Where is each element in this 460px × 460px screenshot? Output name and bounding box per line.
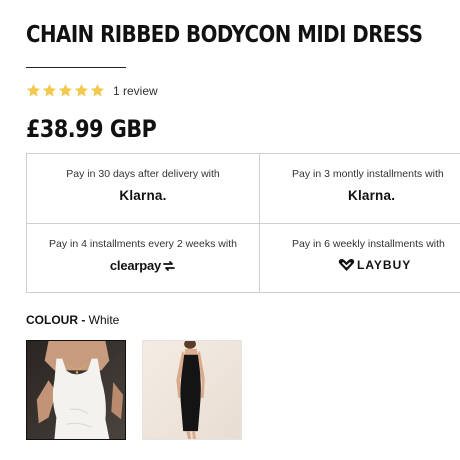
title-divider [26,67,126,68]
product-rating[interactable]: 1 review [26,83,158,98]
product-price: £38.99 GBP [26,115,157,143]
review-count-link[interactable]: 1 review [113,84,158,98]
laybuy-logo-text: LAYBUY [357,258,412,272]
payment-option-text: Pay in 4 installments every 2 weeks with [49,238,237,250]
laybuy-logo: LAYBUY [260,258,460,272]
star-icon [74,83,89,97]
star-icon [26,83,41,97]
payment-option-klarna-3-installments[interactable]: Pay in 3 montly installments with Klarna… [260,154,460,224]
star-icon [90,83,105,97]
payment-option-text: Pay in 6 weekly installments with [292,238,445,250]
klarna-logo: Klarna. [260,188,460,203]
klarna-logo: Klarna. [27,188,259,203]
colour-separator: - [78,313,89,327]
star-icon [58,83,73,97]
black-dress-thumbnail [143,341,241,439]
rating-stars [26,83,105,98]
klarna-logo-text: Klarna. [119,188,167,203]
colour-swatch-black[interactable] [142,340,242,440]
colour-swatch-white[interactable] [26,340,126,440]
payment-option-klarna-30-days[interactable]: Pay in 30 days after delivery with Klarn… [27,154,260,224]
colour-label: COLOUR [26,313,78,327]
klarna-logo-text: Klarna. [348,188,396,203]
colour-value: White [88,313,120,327]
product-title: CHAIN RIBBED BODYCON MIDI DRESS [26,22,423,48]
payment-option-clearpay[interactable]: Pay in 4 installments every 2 weeks with… [27,224,260,292]
white-dress-thumbnail [27,341,125,439]
laybuy-heart-icon [338,259,355,271]
clearpay-arrows-icon [163,260,175,271]
payment-option-text: Pay in 30 days after delivery with [66,168,220,180]
payment-option-laybuy[interactable]: Pay in 6 weekly installments with LAYBUY [260,224,460,292]
clearpay-logo: clearpay [27,258,259,273]
star-icon [42,83,57,97]
payment-options-grid: Pay in 30 days after delivery with Klarn… [26,153,460,293]
payment-option-text: Pay in 3 montly installments with [292,168,444,180]
clearpay-logo-text: clearpay [109,258,162,273]
colour-selector-label: COLOUR - White [26,313,119,327]
